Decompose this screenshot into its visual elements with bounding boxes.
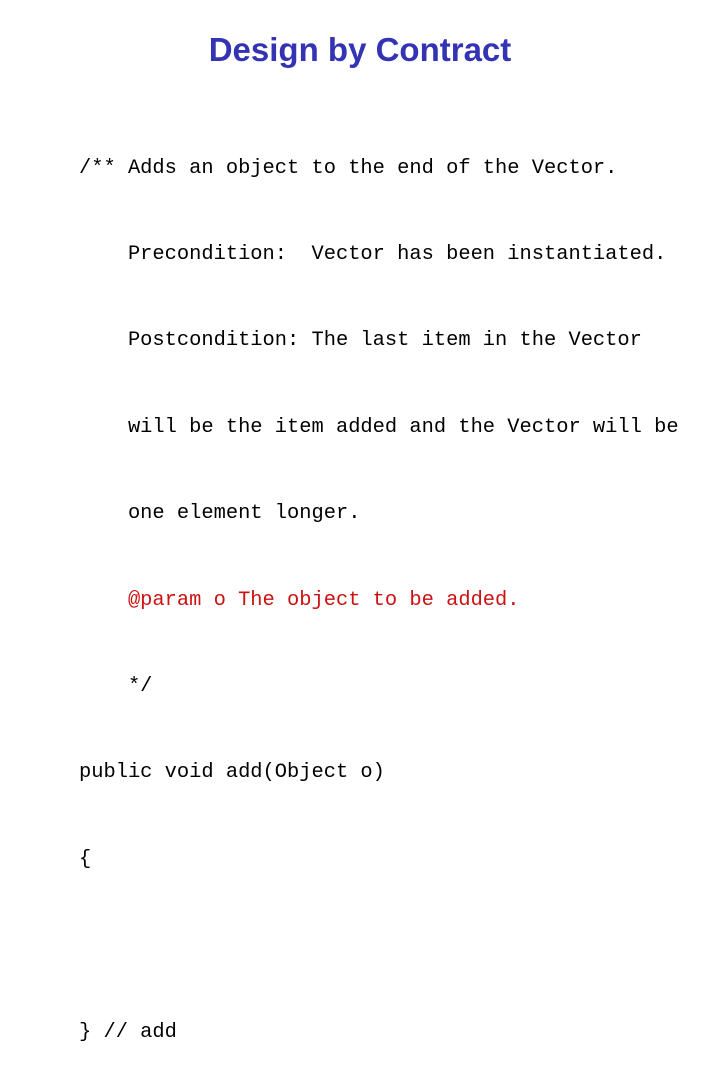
- method-close-brace-line: } // add: [79, 1020, 177, 1044]
- method-open-brace-line: {: [79, 847, 92, 871]
- method-body-empty-line: [79, 932, 679, 961]
- code-block: /** Adds an object to the end of the Vec…: [79, 97, 679, 1076]
- javadoc-precondition-line: Precondition: Vector has been instantiat…: [79, 242, 667, 266]
- slide-title: Design by Contract: [208, 31, 512, 68]
- javadoc-param-line: @param o The object to be added.: [79, 588, 520, 612]
- javadoc-postcondition-end-line: one element longer.: [79, 502, 361, 526]
- javadoc-postcondition-continued-line: will be the item added and the Vector wi…: [79, 415, 679, 439]
- method-signature-line: public void add(Object o): [79, 761, 385, 785]
- javadoc-postcondition-line: Postcondition: The last item in the Vect…: [79, 329, 642, 353]
- javadoc-close-line: */: [79, 674, 153, 698]
- javadoc-summary-line: /** Adds an object to the end of the Vec…: [79, 156, 618, 180]
